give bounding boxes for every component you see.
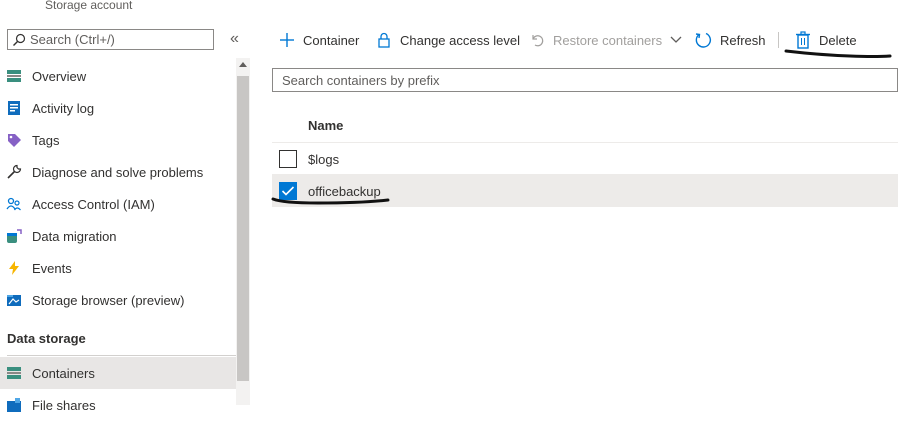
resource-type-subtitle: Storage account	[45, 0, 133, 12]
table-row[interactable]: $logs	[272, 143, 898, 175]
file-shares-icon	[6, 397, 22, 413]
add-container-button[interactable]: Container	[279, 28, 359, 52]
collapse-sidebar-icon[interactable]: «	[230, 30, 239, 48]
restore-containers-label: Restore containers	[553, 32, 663, 48]
plus-icon	[280, 33, 294, 47]
table-row[interactable]: officebackup	[272, 175, 898, 207]
tag-icon	[6, 132, 22, 148]
people-icon	[6, 196, 22, 212]
activity-log-icon	[6, 100, 22, 116]
delete-button[interactable]: Delete	[795, 28, 857, 52]
search-icon	[13, 33, 26, 46]
section-header-data-storage: Data storage	[7, 331, 86, 346]
toolbar-separator	[778, 32, 779, 48]
overview-icon	[6, 68, 22, 84]
sidebar-item-data-migration[interactable]: Data migration	[0, 220, 236, 252]
chevron-down-icon	[670, 36, 682, 43]
container-prefix-search-input[interactable]: Search containers by prefix	[272, 68, 898, 92]
sidebar-item-label: Diagnose and solve problems	[32, 164, 204, 180]
scroll-up-icon[interactable]	[239, 62, 247, 67]
sidebar-item-access-control[interactable]: Access Control (IAM)	[0, 188, 236, 220]
column-header-name[interactable]: Name	[308, 118, 343, 133]
sidebar-item-file-shares[interactable]: File shares	[0, 389, 236, 421]
row-divider	[272, 206, 898, 207]
refresh-label: Refresh	[720, 32, 766, 48]
sidebar-item-label: Storage browser (preview)	[32, 292, 185, 308]
container-name[interactable]: $logs	[308, 152, 339, 167]
storage-browser-icon	[6, 292, 22, 308]
row-checkbox[interactable]	[279, 150, 297, 168]
sidebar-item-storage-browser[interactable]: Storage browser (preview)	[0, 284, 236, 316]
sidebar-item-containers[interactable]: Containers	[0, 357, 236, 389]
data-migration-icon	[6, 228, 22, 244]
sidebar-item-tags[interactable]: Tags	[0, 124, 236, 156]
sidebar-item-label: Overview	[32, 68, 87, 84]
lock-icon	[378, 32, 390, 48]
checkmark-icon	[281, 186, 295, 196]
sidebar-scroll-thumb[interactable]	[237, 76, 249, 381]
container-name[interactable]: officebackup	[308, 184, 381, 199]
change-access-level-button[interactable]: Change access level	[376, 28, 520, 52]
refresh-button[interactable]: Refresh	[694, 28, 766, 52]
sidebar-search-input[interactable]: Search (Ctrl+/)	[7, 29, 214, 50]
sidebar-item-label: Activity log	[32, 100, 95, 116]
sidebar-item-diagnose[interactable]: Diagnose and solve problems	[0, 156, 236, 188]
lightning-icon	[6, 260, 22, 276]
change-access-level-label: Change access level	[400, 32, 520, 48]
trash-icon	[796, 31, 810, 49]
row-checkbox[interactable]	[279, 182, 297, 200]
refresh-icon	[695, 32, 712, 48]
section-divider	[7, 355, 243, 356]
sidebar-item-label: Access Control (IAM)	[32, 196, 155, 212]
container-prefix-search-placeholder: Search containers by prefix	[282, 72, 440, 88]
restore-containers-button[interactable]: Restore containers	[529, 28, 682, 52]
sidebar-item-label: Containers	[32, 365, 95, 381]
sidebar-item-events[interactable]: Events	[0, 252, 236, 284]
sidebar-item-label: File shares	[32, 397, 96, 413]
add-container-label: Container	[303, 32, 360, 48]
sidebar-item-label: Tags	[32, 132, 60, 148]
undo-icon	[532, 35, 544, 47]
sidebar-item-overview[interactable]: Overview	[0, 60, 236, 92]
delete-label: Delete	[819, 32, 857, 48]
wrench-icon	[6, 164, 22, 180]
sidebar-item-label: Events	[32, 260, 72, 276]
sidebar-item-activity-log[interactable]: Activity log	[0, 92, 236, 124]
sidebar-item-label: Data migration	[32, 228, 117, 244]
containers-icon	[6, 365, 22, 381]
sidebar-search-placeholder: Search (Ctrl+/)	[30, 32, 115, 47]
